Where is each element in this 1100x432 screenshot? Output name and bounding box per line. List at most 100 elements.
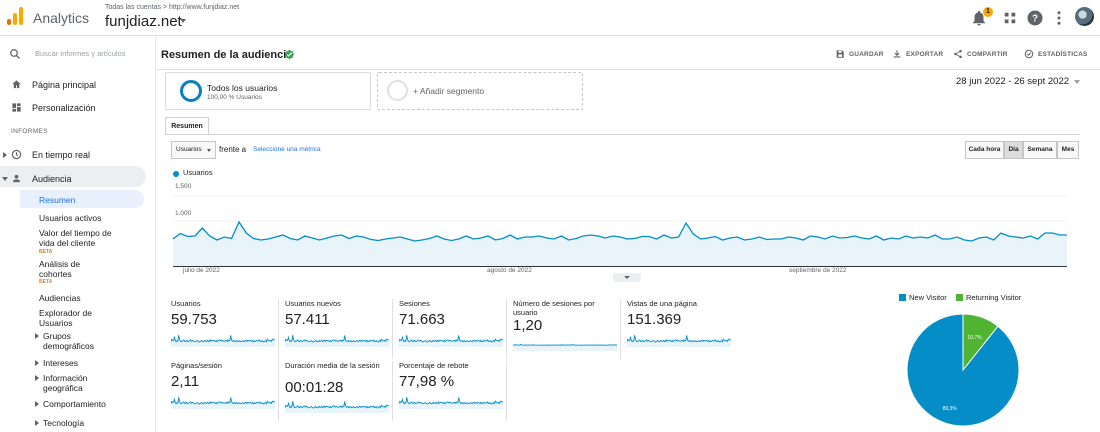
share-button[interactable]: COMPARTIR bbox=[954, 49, 1008, 59]
tab-resumen[interactable]: Resumen bbox=[165, 117, 209, 135]
users-line-chart[interactable] bbox=[173, 187, 1067, 267]
insights-label: ESTADÍSTICAS bbox=[1038, 51, 1088, 58]
main-content: Resumen de la audiencia GUARDAR EXPORTAR… bbox=[157, 37, 1100, 432]
visitor-type-pie-chart[interactable]: 89,3% 10,7% bbox=[905, 313, 1021, 427]
metric-value: 1,20 bbox=[513, 317, 543, 334]
more-vert-icon[interactable] bbox=[1050, 9, 1068, 27]
metric-select[interactable]: Usuarios bbox=[171, 141, 216, 159]
person-icon bbox=[12, 174, 21, 183]
search-input[interactable]: Buscar informes y artículos bbox=[35, 49, 125, 58]
metric-label: Usuarios bbox=[171, 299, 201, 308]
segment-percent: 100,00 % Usuarios bbox=[207, 94, 262, 101]
chevron-down-icon[interactable] bbox=[1074, 80, 1080, 84]
sidebar-subitem-audiences[interactable]: Audiencias bbox=[39, 293, 81, 303]
metric-tile[interactable]: Porcentaje de rebote 77,98 % bbox=[399, 361, 507, 421]
metric-label: Sesiones bbox=[399, 299, 430, 308]
breadcrumb[interactable]: Todas las cuentas > http://www.funjdiaz.… bbox=[105, 4, 239, 11]
sidebar-item-label: Página principal bbox=[32, 80, 97, 90]
analytics-logo-icon[interactable] bbox=[7, 7, 23, 25]
metric-sparkline bbox=[171, 335, 275, 347]
sidebar-subitem-lifetime-value[interactable]: Valor del tiempo de vida del cliente bbox=[39, 228, 129, 248]
sidebar-subitem-cohorts[interactable]: Análisis de cohortes bbox=[39, 259, 109, 279]
expand-arrow-icon bbox=[35, 401, 39, 407]
save-button[interactable]: GUARDAR bbox=[836, 50, 884, 58]
month-button[interactable]: Mes bbox=[1057, 141, 1079, 159]
sidebar-subitem-demographics[interactable]: Grupos demográficos bbox=[35, 331, 115, 351]
legend-swatch bbox=[899, 294, 906, 301]
search-icon[interactable] bbox=[9, 48, 21, 60]
sidebar-item-customization[interactable]: Personalización bbox=[0, 102, 156, 116]
pie-legend-returning[interactable]: Returning Visitor bbox=[956, 293, 1021, 302]
metric-label: Duración media de la sesión bbox=[285, 361, 380, 370]
metric-sparkline bbox=[399, 397, 503, 409]
help-icon[interactable]: ? bbox=[1026, 9, 1044, 27]
sidebar-item-label: Personalización bbox=[32, 103, 96, 113]
insights-button[interactable]: ESTADÍSTICAS bbox=[1024, 49, 1088, 59]
home-icon bbox=[12, 80, 21, 89]
sidebar-item-realtime[interactable]: En tiempo real bbox=[0, 149, 156, 163]
x-tick-label: septiembre de 2022 bbox=[789, 267, 847, 274]
date-range-picker[interactable]: 28 jun 2022 - 26 sept 2022 bbox=[956, 76, 1069, 87]
add-segment-label: + Añadir segmento bbox=[413, 86, 485, 96]
metric-tile[interactable]: Número de sesiones por usuario 1,20 bbox=[513, 299, 621, 359]
pie-legend-new[interactable]: New Visitor bbox=[899, 293, 947, 302]
expand-arrow-icon bbox=[35, 420, 39, 426]
expand-arrow-icon bbox=[3, 152, 7, 158]
share-icon bbox=[954, 49, 962, 59]
pie-slice-label: 10,7% bbox=[967, 335, 982, 341]
expand-arrow-icon bbox=[35, 375, 39, 381]
save-label: GUARDAR bbox=[849, 51, 884, 58]
metric-value: 71.663 bbox=[399, 311, 445, 328]
metric-tile[interactable]: Usuarios 59.753 bbox=[171, 299, 279, 359]
metric-value: 151.369 bbox=[627, 311, 682, 328]
sidebar-item-audience-row[interactable]: Audiencia bbox=[0, 173, 156, 187]
export-button[interactable]: EXPORTAR bbox=[893, 50, 943, 58]
legend-swatch bbox=[956, 294, 963, 301]
sidebar-subitem-behavior[interactable]: Comportamiento bbox=[35, 399, 125, 411]
chevron-down-icon[interactable] bbox=[180, 19, 186, 23]
sidebar-subitem-active-users[interactable]: Usuarios activos bbox=[39, 213, 101, 223]
metric-tile[interactable]: Sesiones 71.663 bbox=[399, 299, 507, 359]
metric-tile[interactable]: Usuarios nuevos 57.411 bbox=[285, 299, 393, 359]
week-button[interactable]: Semana bbox=[1023, 141, 1057, 159]
expand-arrow-icon bbox=[35, 333, 39, 339]
legend-label: Returning Visitor bbox=[966, 293, 1022, 302]
sidebar-item-home[interactable]: Página principal bbox=[0, 79, 156, 93]
clock-icon bbox=[11, 149, 22, 160]
sidebar-subitem-resumen[interactable]: Resumen bbox=[39, 195, 75, 205]
metric-sparkline bbox=[285, 401, 389, 413]
series-legend-swatch bbox=[173, 171, 179, 177]
apps-grid-icon[interactable] bbox=[1001, 9, 1019, 27]
app-title[interactable]: Analytics bbox=[33, 10, 89, 26]
metric-tile[interactable]: Vistas de una página 151.369 bbox=[627, 299, 735, 359]
metric-sparkline bbox=[285, 335, 389, 347]
metric-tile[interactable]: Duración media de la sesión 00:01:28 bbox=[285, 361, 393, 421]
collapse-arrow-icon bbox=[2, 177, 8, 181]
expand-arrow-icon bbox=[35, 360, 39, 366]
sidebar-subitem-interests[interactable]: Intereses bbox=[35, 358, 115, 370]
metric-label: Porcentaje de rebote bbox=[399, 361, 469, 370]
hourly-button[interactable]: Cada hora bbox=[965, 141, 1004, 159]
share-label: COMPARTIR bbox=[967, 51, 1008, 58]
metric-value: 00:01:28 bbox=[285, 379, 344, 396]
metric-select-value: Usuarios bbox=[176, 146, 202, 153]
metric-label: Vistas de una página bbox=[627, 299, 697, 308]
sidebar-subitem-technology[interactable]: Tecnología bbox=[35, 418, 125, 430]
day-button[interactable]: Día bbox=[1004, 141, 1023, 159]
account-selector[interactable]: funjdiaz.net bbox=[105, 13, 182, 30]
segment-all-users[interactable]: Todos los usuarios 100,00 % Usuarios bbox=[165, 72, 371, 110]
versus-label: frente a bbox=[219, 145, 247, 154]
pie-slice-label: 89,3% bbox=[943, 406, 958, 412]
divider bbox=[165, 134, 1080, 135]
metric-sparkline bbox=[171, 397, 275, 409]
select-metric-link[interactable]: Seleccione una métrica bbox=[253, 146, 321, 153]
sidebar-subitem-geo[interactable]: Información geográfica bbox=[35, 373, 115, 393]
add-segment-button[interactable]: + Añadir segmento bbox=[377, 72, 583, 110]
dashboard-icon bbox=[12, 103, 21, 112]
metric-tile[interactable]: Páginas/sesión 2,11 bbox=[171, 361, 279, 421]
section-label: INFORMES bbox=[11, 128, 48, 135]
avatar[interactable] bbox=[1075, 7, 1094, 26]
chart-expand-toggle[interactable] bbox=[613, 273, 641, 282]
sidebar-subitem-user-explorer[interactable]: Explorador de Usuarios bbox=[39, 308, 109, 328]
segment-name: Todos los usuarios bbox=[207, 83, 278, 93]
